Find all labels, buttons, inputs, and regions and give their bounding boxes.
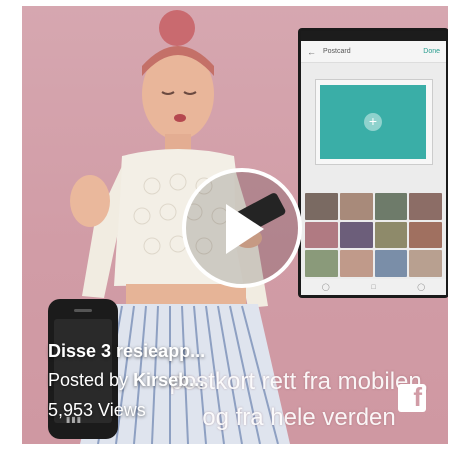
phone-nav-bar: ◯ □ ◯ [301,279,446,295]
play-icon [226,204,264,254]
add-photo-icon: + [364,113,382,131]
phone-screen: ← Postcard Done + ◯ □ ◯ [301,31,446,295]
posted-by: Posted by Kirseb... [48,370,204,391]
posted-by-prefix: Posted by [48,370,134,390]
play-button[interactable] [182,168,302,288]
facebook-icon[interactable]: f [398,382,426,412]
back-arrow-icon: ← [307,46,316,57]
postcard-preview: + [315,79,433,165]
phone-app-bar: ← Postcard Done [301,41,446,63]
video-thumbnail[interactable]: ← Postcard Done + ◯ □ ◯ ▮▮▮ postkort ret… [22,6,448,444]
video-title[interactable]: Disse 3 resieapp... [48,341,205,362]
postcard-image-slot: + [320,85,426,159]
author-name[interactable]: Kirseb... [133,370,204,390]
facebook-glyph: f [413,382,422,412]
photo-grid [305,193,442,277]
view-count: 5,953 Views [48,400,146,420]
app-title: Postcard [323,48,351,55]
phone-screenshot-inset: ← Postcard Done + ◯ □ ◯ [298,28,448,298]
done-label: Done [423,48,440,55]
phone-status-bar [301,31,446,41]
